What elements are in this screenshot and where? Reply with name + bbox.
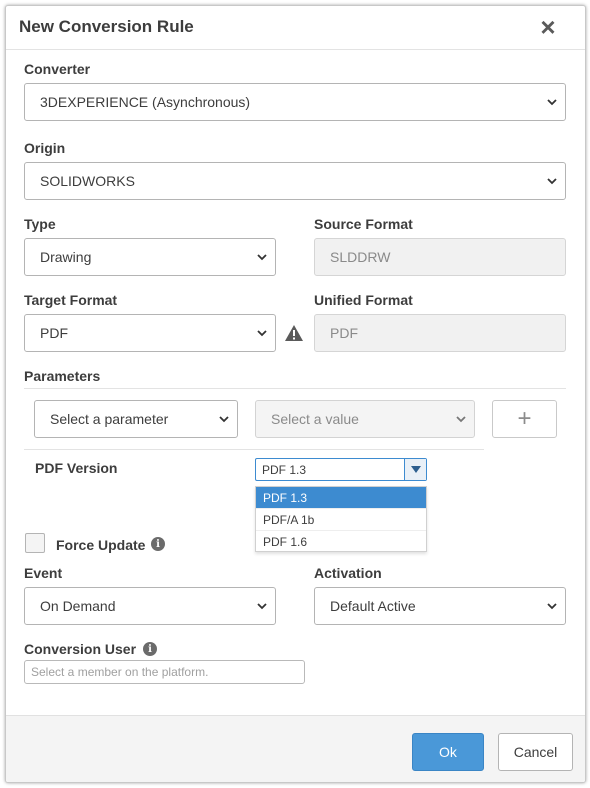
target-format-value: PDF	[40, 325, 68, 341]
warning-icon	[285, 325, 303, 341]
parameters-divider	[24, 388, 566, 389]
source-format-value: SLDDRW	[330, 249, 391, 265]
caret-down-icon	[410, 466, 421, 473]
conversion-user-placeholder: Select a member on the platform.	[31, 665, 209, 679]
converter-value: 3DEXPERIENCE (Asynchronous)	[40, 94, 251, 110]
dialog-title: New Conversion Rule	[19, 17, 194, 36]
converter-select[interactable]: 3DEXPERIENCE (Asynchronous)	[24, 83, 566, 121]
event-value: On Demand	[40, 598, 116, 614]
unified-format-field: PDF	[314, 314, 566, 352]
origin-select[interactable]: SOLIDWORKS	[24, 162, 566, 200]
chevron-down-icon	[257, 330, 267, 337]
value-select: Select a value	[255, 400, 475, 438]
activation-select[interactable]: Default Active	[314, 587, 566, 625]
conversion-user-input[interactable]: Select a member on the platform.	[24, 660, 305, 684]
chevron-down-icon	[219, 416, 229, 423]
pdf-version-option[interactable]: PDF/A 1b	[256, 509, 426, 531]
type-label: Type	[24, 216, 56, 232]
conversion-user-label: Conversion User	[24, 641, 137, 657]
target-format-select[interactable]: PDF	[24, 314, 276, 352]
unified-format-value: PDF	[330, 325, 358, 341]
chevron-down-icon	[456, 416, 466, 423]
source-format-field: SLDDRW	[314, 238, 566, 276]
force-update-label: Force Update	[56, 537, 146, 553]
info-icon[interactable]: i	[151, 537, 165, 551]
chevron-down-icon	[547, 178, 557, 185]
pdf-version-combobox[interactable]: PDF 1.3	[255, 458, 427, 481]
unified-format-label: Unified Format	[314, 292, 413, 308]
pdf-version-option[interactable]: PDF 1.3	[256, 487, 426, 509]
chevron-down-icon	[257, 603, 267, 610]
dialog-header: New Conversion Rule ×	[6, 6, 585, 50]
dropdown-toggle-button[interactable]	[404, 459, 426, 480]
activation-label: Activation	[314, 565, 382, 581]
cancel-button[interactable]: Cancel	[498, 733, 573, 771]
pdf-version-label: PDF Version	[35, 460, 118, 476]
new-conversion-rule-dialog: New Conversion Rule × Converter 3DEXPERI…	[5, 5, 586, 783]
chevron-down-icon	[547, 603, 557, 610]
add-parameter-button[interactable]: +	[492, 400, 557, 438]
parameter-select[interactable]: Select a parameter	[34, 400, 238, 438]
origin-label: Origin	[24, 140, 66, 156]
pdf-version-dropdown: PDF 1.3 PDF/A 1b PDF 1.6	[255, 486, 427, 552]
target-format-label: Target Format	[24, 292, 118, 308]
parameters-label: Parameters	[24, 368, 101, 384]
parameter-row-divider	[24, 449, 484, 450]
event-select[interactable]: On Demand	[24, 587, 276, 625]
type-select[interactable]: Drawing	[24, 238, 276, 276]
ok-button[interactable]: Ok	[412, 733, 484, 771]
type-value: Drawing	[40, 249, 92, 265]
close-icon[interactable]: ×	[536, 14, 560, 40]
pdf-version-value: PDF 1.3	[262, 462, 307, 477]
dialog-footer: Ok Cancel	[6, 715, 585, 782]
chevron-down-icon	[257, 254, 267, 261]
chevron-down-icon	[547, 99, 557, 106]
value-select-placeholder: Select a value	[271, 411, 359, 427]
origin-value: SOLIDWORKS	[40, 173, 135, 189]
converter-label: Converter	[24, 61, 91, 77]
event-label: Event	[24, 565, 63, 581]
activation-value: Default Active	[330, 598, 416, 614]
parameter-select-value: Select a parameter	[50, 411, 169, 427]
pdf-version-option[interactable]: PDF 1.6	[256, 531, 426, 553]
source-format-label: Source Format	[314, 216, 413, 232]
info-icon[interactable]: i	[143, 642, 157, 656]
force-update-checkbox[interactable]	[25, 533, 45, 553]
